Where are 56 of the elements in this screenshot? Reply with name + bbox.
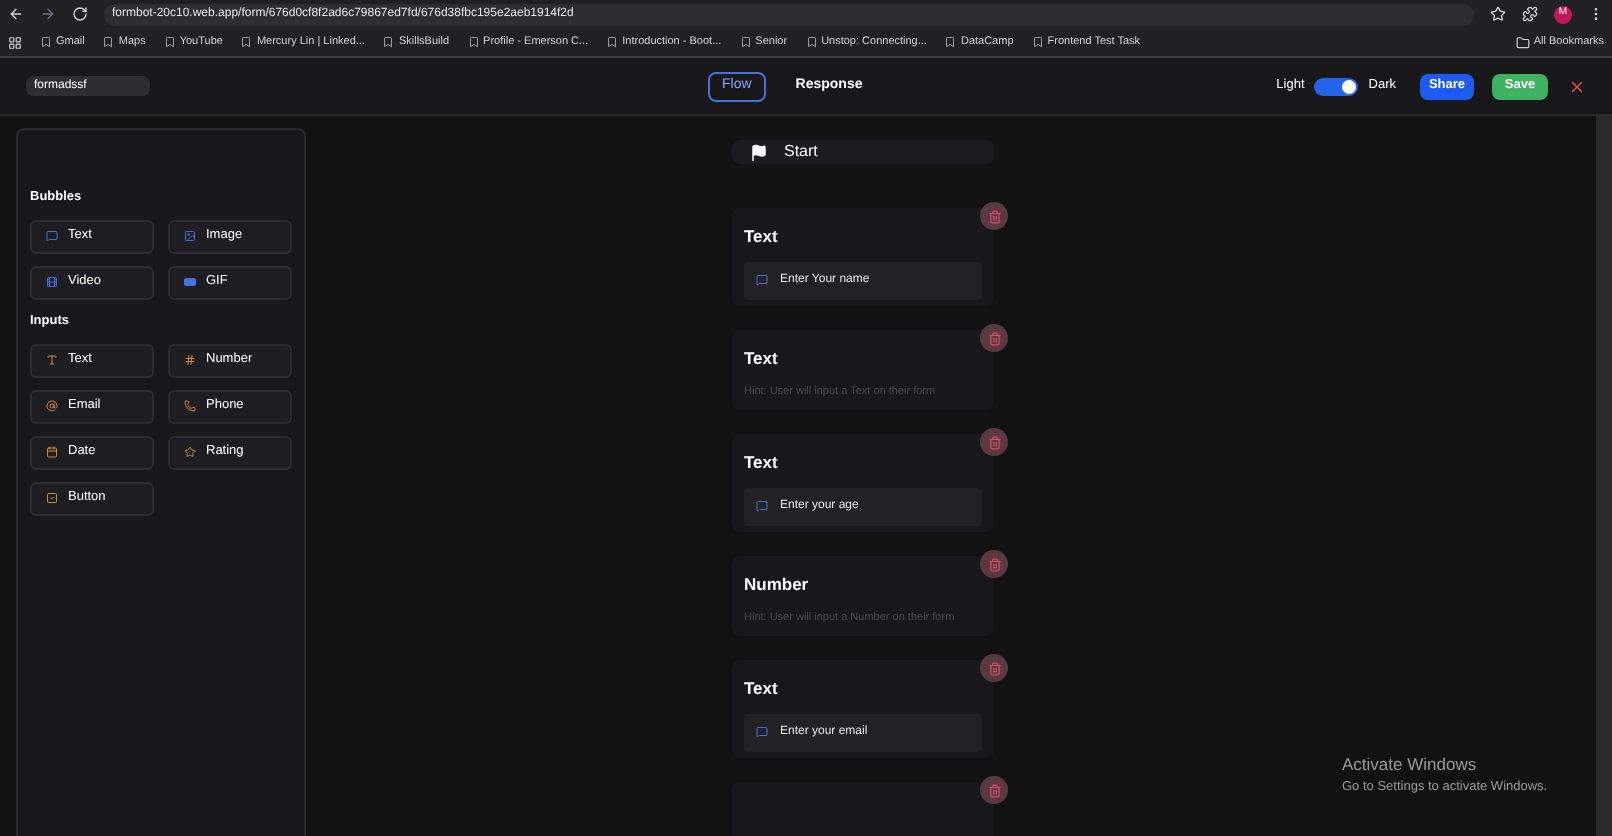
trash-icon xyxy=(987,435,1001,449)
trash-icon xyxy=(987,331,1001,345)
delete-button[interactable] xyxy=(980,654,1008,682)
trash-icon xyxy=(987,661,1001,675)
bookmark-icon xyxy=(944,36,957,48)
bookmark-icon xyxy=(163,36,176,48)
theme-toggle[interactable] xyxy=(1314,77,1359,95)
close-icon[interactable] xyxy=(1568,77,1586,95)
at-sign-icon xyxy=(46,400,58,412)
delete-button[interactable] xyxy=(980,324,1008,352)
apps-icon[interactable] xyxy=(8,35,22,49)
hash-icon xyxy=(184,354,196,366)
bookmark-icon xyxy=(382,36,395,48)
card-title: Text xyxy=(744,450,780,476)
forward-icon[interactable] xyxy=(40,6,56,22)
bookmark-icon xyxy=(805,36,818,48)
bookmark-icon xyxy=(240,36,253,48)
trash-icon xyxy=(987,209,1001,223)
message-icon xyxy=(756,726,768,739)
flag-icon xyxy=(750,143,768,161)
extensions-icon[interactable] xyxy=(1522,6,1538,22)
start-node[interactable]: Start xyxy=(732,140,994,164)
scrollbar[interactable] xyxy=(1596,116,1612,836)
bookmark-icon xyxy=(606,36,619,48)
message-icon xyxy=(46,230,58,243)
start-label: Start xyxy=(784,140,818,164)
checkbox-icon xyxy=(46,492,58,504)
reload-icon[interactable] xyxy=(72,6,88,22)
back-icon[interactable] xyxy=(8,6,24,22)
phone-icon xyxy=(184,400,196,412)
card-title: Text xyxy=(744,676,780,702)
delete-button[interactable] xyxy=(980,202,1008,230)
image-icon xyxy=(184,230,196,243)
folder-icon xyxy=(1515,35,1530,49)
gif-icon xyxy=(184,278,196,287)
activation-title: Activate Windows xyxy=(1342,752,1479,778)
card-title: Text xyxy=(744,346,780,372)
text-cursor-icon xyxy=(46,354,58,366)
message-icon xyxy=(756,274,768,287)
trash-icon xyxy=(987,557,1001,571)
bookmark-icon xyxy=(467,36,480,48)
delete-button[interactable] xyxy=(980,428,1008,456)
bookmark-icon xyxy=(40,36,52,48)
card-title: Number xyxy=(744,572,811,598)
calendar-icon xyxy=(46,446,58,458)
message-icon xyxy=(756,500,768,513)
trash-icon xyxy=(987,783,1001,797)
star-icon xyxy=(184,446,196,458)
bookmark-icon xyxy=(739,36,752,48)
delete-button[interactable] xyxy=(980,550,1008,578)
bookmark-icon xyxy=(1031,36,1044,48)
film-icon xyxy=(46,276,58,289)
delete-button[interactable] xyxy=(980,776,1008,804)
bookmark-icon xyxy=(102,36,115,48)
card-title: Text xyxy=(744,224,780,250)
star-icon[interactable] xyxy=(1490,6,1506,22)
